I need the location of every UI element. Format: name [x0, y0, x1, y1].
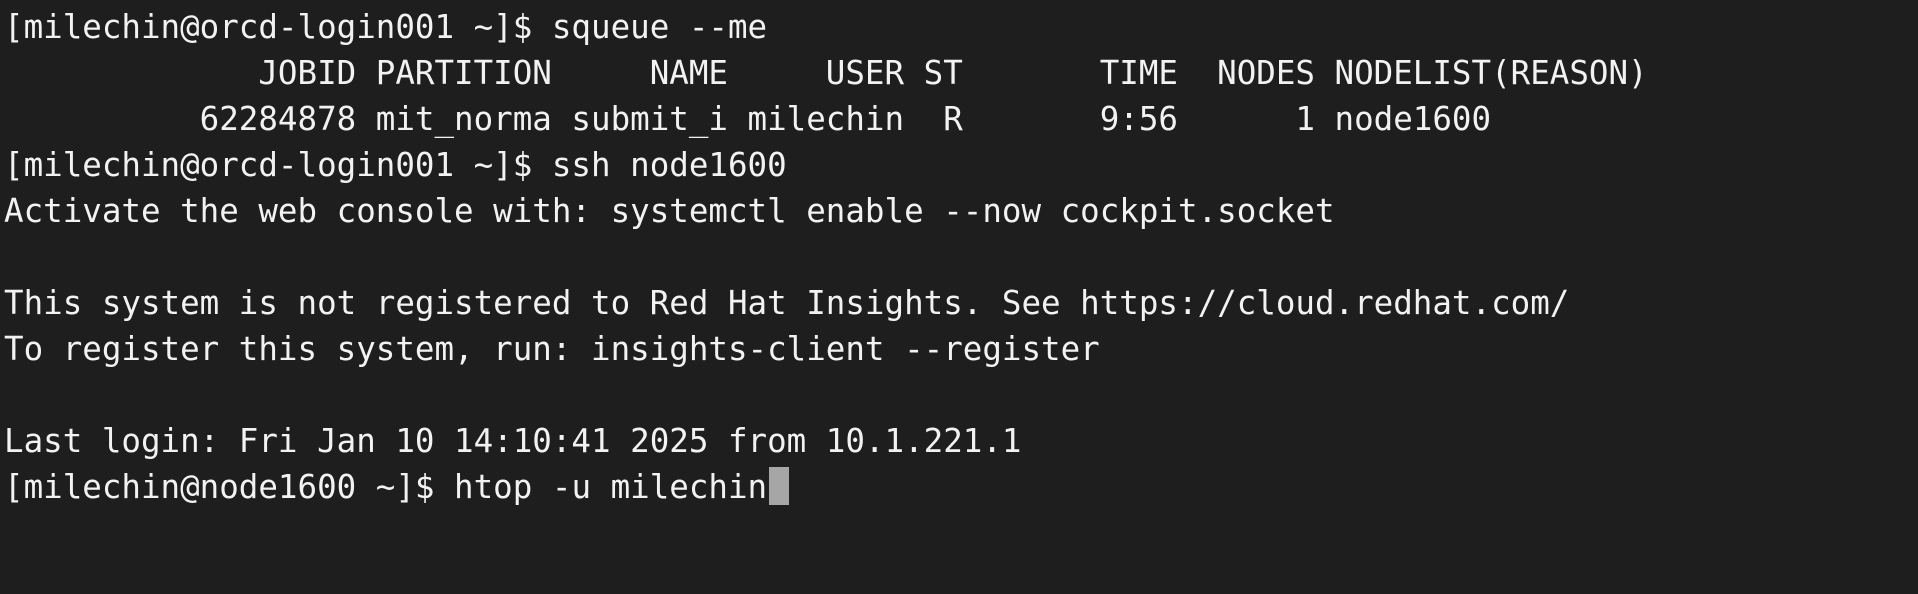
- terminal-line: To register this system, run: insights-c…: [4, 330, 1100, 368]
- terminal-line: Activate the web console with: systemctl…: [4, 192, 1335, 230]
- squeue-job-row: 62284878 mit_norma submit_i milechin R 9…: [4, 100, 1492, 138]
- shell-prompt: [milechin@node1600 ~]$: [4, 468, 455, 506]
- last-login-line: Last login: Fri Jan 10 14:10:41 2025 fro…: [4, 422, 1022, 460]
- terminal-output[interactable]: [milechin@orcd-login001 ~]$ squeue --me …: [0, 0, 1918, 594]
- terminal-line: [milechin@orcd-login001 ~]$ ssh node1600: [4, 146, 787, 184]
- terminal-line: [milechin@orcd-login001 ~]$ squeue --me: [4, 8, 768, 46]
- command-input[interactable]: htop -u milechin: [454, 468, 767, 506]
- squeue-header-row: JOBID PARTITION NAME USER ST TIME NODES …: [4, 54, 1648, 92]
- text-cursor: [769, 467, 790, 505]
- terminal-line: This system is not registered to Red Hat…: [4, 284, 1570, 322]
- command-input-line[interactable]: [milechin@node1600 ~]$ htop -u milechin: [4, 464, 1918, 510]
